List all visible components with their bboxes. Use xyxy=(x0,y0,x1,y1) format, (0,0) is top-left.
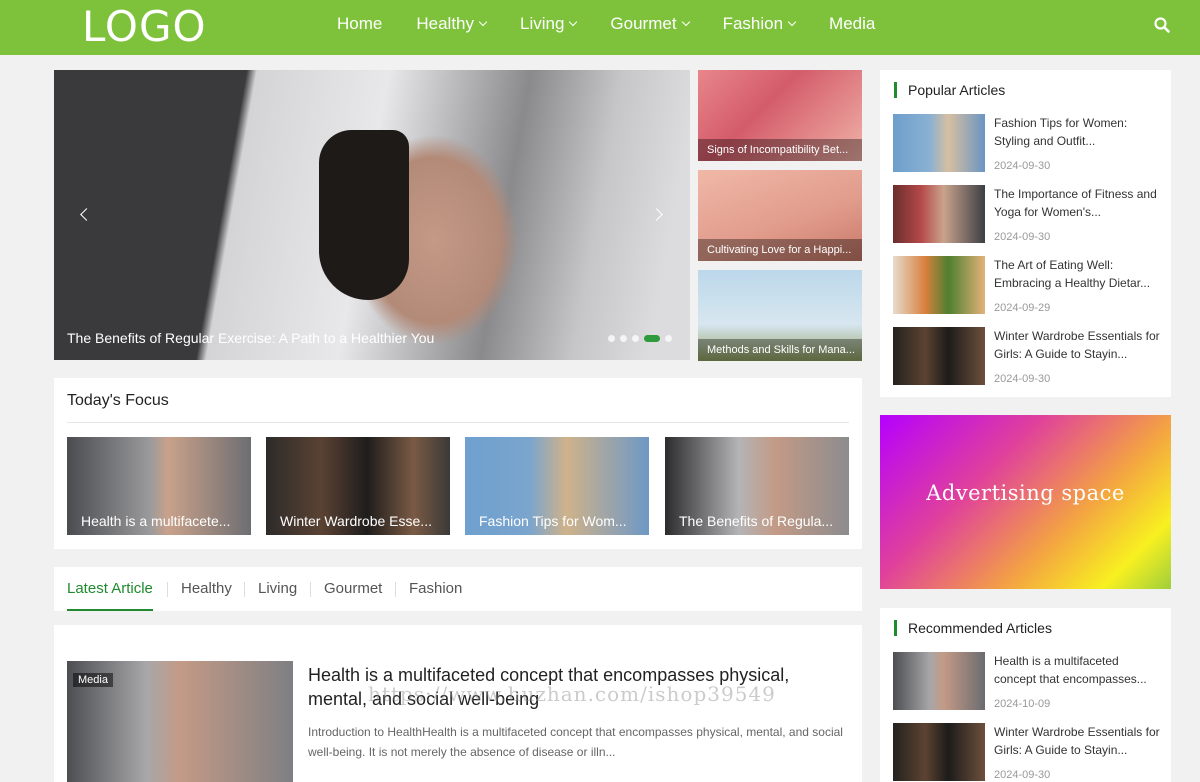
category-badge[interactable]: Media xyxy=(73,673,113,687)
tab-gourmet[interactable]: Gourmet xyxy=(324,567,382,611)
list-item-thumbnail[interactable] xyxy=(893,652,985,710)
article-excerpt: Introduction to HealthHealth is a multif… xyxy=(308,725,843,759)
focus-card[interactable]: Fashion Tips for Wom... xyxy=(465,437,649,535)
article-tabs: Latest Article Healthy Living Gourmet Fa… xyxy=(54,567,862,611)
site-logo[interactable]: LOGO xyxy=(82,2,207,51)
carousel-dot-2[interactable] xyxy=(620,335,627,342)
nav-living[interactable]: Living xyxy=(503,0,593,48)
focus-card-caption: The Benefits of Regula... xyxy=(679,513,834,529)
list-item[interactable]: The Importance of Fitness and Yoga for W… xyxy=(893,185,1159,243)
tab-living[interactable]: Living xyxy=(258,567,297,611)
nav-fashion[interactable]: Fashion xyxy=(706,0,812,48)
side-thumb-1[interactable]: Signs of Incompatibility Bet... xyxy=(698,70,862,161)
tab-latest-article[interactable]: Latest Article xyxy=(67,567,153,611)
list-item-title[interactable]: Winter Wardrobe Essentials for Girls: A … xyxy=(994,327,1162,363)
list-item[interactable]: The Art of Eating Well: Embracing a Heal… xyxy=(893,256,1159,314)
article-title[interactable]: Health is a multifaceted concept that en… xyxy=(308,663,848,711)
focus-card[interactable]: Winter Wardrobe Esse... xyxy=(266,437,450,535)
focus-card[interactable]: The Benefits of Regula... xyxy=(665,437,849,535)
article-thumbnail[interactable]: Media xyxy=(67,661,293,782)
list-item-date: 2024-09-30 xyxy=(994,373,1051,385)
latest-article-card: Media Health is a multifaceted concept t… xyxy=(54,625,862,782)
chevron-down-icon xyxy=(681,17,690,27)
nav-healthy[interactable]: Healthy xyxy=(399,0,503,48)
chevron-down-icon xyxy=(478,17,488,27)
focus-card-caption: Fashion Tips for Wom... xyxy=(479,513,627,529)
list-item-title[interactable]: The Art of Eating Well: Embracing a Heal… xyxy=(994,256,1162,292)
side-thumb-caption: Methods and Skills for Mana... xyxy=(698,339,862,361)
side-thumb-2[interactable]: Cultivating Love for a Happi... xyxy=(698,170,862,261)
carousel-dot-3[interactable] xyxy=(632,335,639,342)
advertising-banner[interactable]: Advertising space xyxy=(880,415,1171,589)
list-item-thumbnail[interactable] xyxy=(893,723,985,781)
todays-focus-panel: Today's Focus Health is a multifacete...… xyxy=(54,378,862,549)
recommended-articles-panel: Recommended Articles Health is a multifa… xyxy=(880,608,1171,782)
side-thumb-caption: Signs of Incompatibility Bet... xyxy=(698,139,862,161)
focus-card-caption: Health is a multifacete... xyxy=(81,513,231,529)
nav-home[interactable]: Home xyxy=(320,0,399,48)
list-item-thumbnail[interactable] xyxy=(893,114,985,172)
carousel-next-button[interactable] xyxy=(644,201,672,229)
nav-gourmet[interactable]: Gourmet xyxy=(593,0,705,48)
list-item-date: 2024-09-30 xyxy=(994,231,1051,243)
hero-image-figure xyxy=(319,130,409,300)
site-header: LOGO Home Healthy Living Gourmet Fashion… xyxy=(0,0,1200,55)
carousel-dot-1[interactable] xyxy=(608,335,615,342)
chevron-down-icon xyxy=(569,17,578,27)
section-title: Today's Focus xyxy=(67,392,169,409)
carousel-prev-button[interactable] xyxy=(70,201,98,229)
tab-separator xyxy=(167,582,168,597)
tab-separator xyxy=(244,582,245,597)
list-item-thumbnail[interactable] xyxy=(893,256,985,314)
carousel-dot-4[interactable] xyxy=(644,335,660,342)
tab-fashion[interactable]: Fashion xyxy=(409,567,462,611)
divider xyxy=(67,422,849,423)
list-item[interactable]: Winter Wardrobe Essentials for Girls: A … xyxy=(893,723,1162,781)
carousel-dots xyxy=(608,335,672,342)
list-item[interactable]: Health is a multifaceted concept that en… xyxy=(893,652,1159,710)
list-item-title[interactable]: The Importance of Fitness and Yoga for W… xyxy=(994,185,1162,221)
focus-card-caption: Winter Wardrobe Esse... xyxy=(280,513,432,529)
side-thumb-3[interactable]: Methods and Skills for Mana... xyxy=(698,270,862,361)
ad-label: Advertising space xyxy=(926,481,1125,505)
side-thumb-caption: Cultivating Love for a Happi... xyxy=(698,239,862,261)
tab-separator xyxy=(395,582,396,597)
nav-media[interactable]: Media xyxy=(812,0,892,48)
section-title: Popular Articles xyxy=(894,82,1005,98)
search-icon[interactable] xyxy=(1154,17,1170,33)
section-title: Recommended Articles xyxy=(894,620,1052,636)
list-item-title[interactable]: Health is a multifaceted concept that en… xyxy=(994,652,1162,688)
tab-separator xyxy=(310,582,311,597)
hero-title[interactable]: The Benefits of Regular Exercise: A Path… xyxy=(67,330,434,346)
list-item-title[interactable]: Winter Wardrobe Essentials for Girls: A … xyxy=(994,723,1162,759)
hero-carousel[interactable]: The Benefits of Regular Exercise: A Path… xyxy=(54,70,690,360)
list-item-date: 2024-09-30 xyxy=(994,160,1051,172)
chevron-down-icon xyxy=(787,17,797,27)
list-item[interactable]: Fashion Tips for Women: Styling and Outf… xyxy=(893,114,1159,172)
list-item-date: 2024-10-09 xyxy=(994,698,1051,710)
list-item[interactable]: Winter Wardrobe Essentials for Girls: A … xyxy=(893,327,1162,385)
list-item-date: 2024-09-30 xyxy=(994,769,1051,781)
tab-healthy[interactable]: Healthy xyxy=(181,567,232,611)
list-item-title[interactable]: Fashion Tips for Women: Styling and Outf… xyxy=(994,114,1162,150)
focus-card[interactable]: Health is a multifacete... xyxy=(67,437,251,535)
popular-articles-panel: Popular Articles Fashion Tips for Women:… xyxy=(880,70,1171,397)
list-item-thumbnail[interactable] xyxy=(893,327,985,385)
list-item-date: 2024-09-29 xyxy=(994,302,1051,314)
list-item-thumbnail[interactable] xyxy=(893,185,985,243)
carousel-dot-5[interactable] xyxy=(665,335,672,342)
main-nav: Home Healthy Living Gourmet Fashion Medi… xyxy=(320,0,892,55)
